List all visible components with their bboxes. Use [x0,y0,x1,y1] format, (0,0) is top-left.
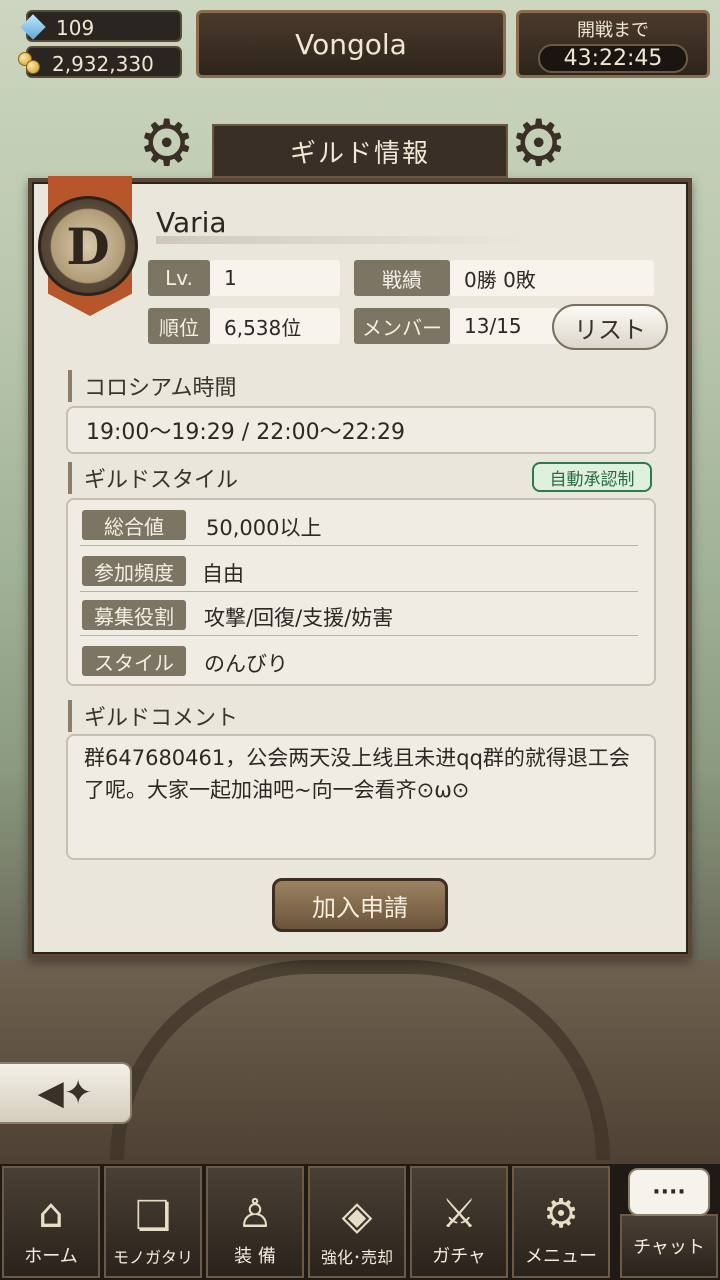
nav-label: ホーム [24,1246,78,1267]
guild-emblem: D [38,196,138,296]
nav-label: 装 備 [234,1246,276,1267]
nav-gacha[interactable]: ⚔ ガチャ [410,1166,508,1278]
guild-style-box: 総合値 50,000以上 参加頻度 自由 募集役割 攻撃/回復/支援/妨害 スタ… [66,498,656,686]
style-label: 募集役割 [82,600,186,630]
style-label: 総合値 [82,510,186,540]
guild-name: Varia [156,206,227,239]
join-request-button[interactable]: 加入申請 [272,878,448,932]
style-row: 募集役割 攻撃/回復/支援/妨害 [80,598,638,636]
nav-label: 強化･売却 [320,1248,393,1267]
book-icon: ❏ [135,1193,171,1239]
members-value: 13/15 [450,308,560,344]
record-value: 0勝 0敗 [450,260,654,296]
guild-name-button[interactable]: Vongola [196,10,506,78]
chat-bubble-dots: ···· [652,1179,686,1205]
rank-value: 6,538位 [210,308,340,344]
gear-decoration-icon: ⚙ [510,107,568,181]
style-value: 自由 [202,562,244,586]
nav-label: チャット [633,1237,705,1258]
gem-icon [20,14,46,40]
guild-comment-box: 群647680461，公会两天没上线且未进qq群的就得退工会了呢。大家一起加油吧… [66,734,656,860]
nav-label: メニュー [525,1246,597,1267]
chat-bubble-icon[interactable]: ···· [628,1168,710,1216]
mask-icon: ◈ [341,1193,373,1239]
gear-decoration-icon: ⚙ [138,107,196,181]
style-value: 50,000以上 [206,516,322,540]
battle-countdown-timer: 43:22:45 [537,43,689,73]
nav-label: モノガタリ [112,1248,193,1267]
coin-icon [26,60,40,74]
colosseum-time-box: 19:00〜19:29 / 22:00〜22:29 [66,406,656,454]
auto-approve-badge: 自動承認制 [532,462,652,492]
guild-emblem-letter: D [66,216,110,276]
nav-enhance[interactable]: ◈ 強化･売却 [308,1166,406,1278]
nav-equipment[interactable]: ♙ 装 備 [206,1166,304,1278]
panel-title-text: ギルド情報 [289,138,430,169]
style-value: 攻撃/回復/支援/妨害 [204,606,394,630]
guild-name-underline [156,236,526,244]
style-row: 総合値 50,000以上 [80,508,638,546]
home-icon: ⌂ [38,1191,64,1237]
nav-menu[interactable]: ⚙ メニュー [512,1166,610,1278]
style-label: スタイル [82,646,186,676]
members-label: メンバー [354,308,450,344]
guild-name-button-label: Vongola [295,27,407,61]
nav-story[interactable]: ❏ モノガタリ [104,1166,202,1278]
gem-counter: 109 [20,10,182,42]
record-label: 戦績 [354,260,450,296]
guild-comment-title: ギルドコメント [68,700,238,732]
nav-chat[interactable]: チャット [620,1214,718,1278]
style-label: 参加頻度 [82,556,186,586]
gem-count: 109 [56,16,95,40]
back-button[interactable]: ◀✦ [0,1062,132,1124]
guild-style-title: ギルドスタイル [68,462,238,494]
style-value: のんびり [204,652,288,676]
panel-title: ギルド情報 [212,124,508,178]
puppet-icon: ♙ [237,1191,273,1237]
level-value: 1 [210,260,340,296]
colosseum-time: 19:00〜19:29 / 22:00〜22:29 [86,420,406,445]
colosseum-title: コロシアム時間 [68,370,236,402]
level-label: Lv. [148,260,210,296]
back-arrow-icon: ◀✦ [37,1073,93,1113]
member-list-button[interactable]: リスト [552,304,668,350]
gear-icon: ⚙ [543,1191,579,1237]
battle-countdown[interactable]: 開戦まで 43:22:45 [516,10,710,78]
swords-icon: ⚔ [441,1191,477,1237]
nav-home[interactable]: ⌂ ホーム [2,1166,100,1278]
coin-counter: 2,932,330 [18,46,182,78]
rank-label: 順位 [148,308,210,344]
coin-count: 2,932,330 [52,52,154,76]
battle-countdown-label: 開戦まで [577,19,649,41]
style-row: 参加頻度 自由 [80,554,638,592]
guild-comment-text: 群647680461，公会两天没上线且未进qq群的就得退工会了呢。大家一起加油吧… [84,746,630,802]
nav-label: ガチャ [432,1246,486,1267]
style-row: スタイル のんびり [80,644,638,682]
